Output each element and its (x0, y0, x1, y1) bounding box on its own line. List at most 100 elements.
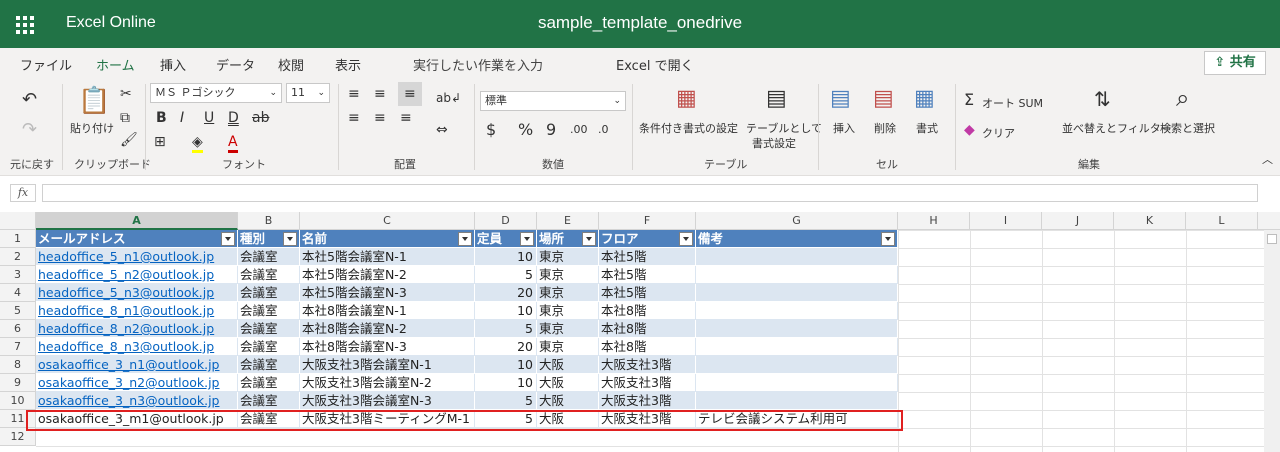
tab-insert[interactable]: 挿入 (160, 55, 186, 74)
filter-dropdown-icon[interactable] (283, 232, 297, 246)
location-cell[interactable]: 東京 (537, 266, 599, 284)
floor-cell[interactable]: 本社5階 (599, 284, 696, 302)
open-in-excel-link[interactable]: Excel で開く (616, 55, 694, 74)
font-size-dropdown[interactable]: 11 ⌄ (286, 83, 330, 103)
find-select-icon[interactable]: ⌕ (1176, 84, 1189, 112)
location-cell[interactable]: 東京 (537, 320, 599, 338)
format-as-table-icon[interactable]: ▤ (766, 86, 787, 112)
floor-cell[interactable]: 大阪支社3階 (599, 392, 696, 410)
floor-cell[interactable]: 本社8階 (599, 302, 696, 320)
align-top-icon[interactable]: ≡ (348, 86, 360, 102)
paste-icon[interactable]: 📋 (78, 86, 110, 116)
notes-cell[interactable] (696, 392, 898, 410)
currency-icon[interactable]: $ (486, 122, 496, 138)
double-underline-icon[interactable]: D (228, 110, 239, 126)
clear-label[interactable]: クリア (982, 125, 1015, 141)
fx-icon[interactable]: fx (10, 184, 36, 202)
type-cell[interactable]: 会議室 (238, 356, 300, 374)
notes-cell[interactable] (696, 320, 898, 338)
email-cell[interactable]: osakaoffice_3_n3@outlook.jp (36, 392, 238, 410)
row-header[interactable]: 4 (0, 284, 36, 302)
header-cell-capacity[interactable]: 定員 (475, 230, 537, 248)
conditional-formatting-icon[interactable]: ▦ (676, 86, 697, 112)
merge-center-icon[interactable]: ⇔ (436, 122, 448, 138)
collapse-ribbon-icon[interactable]: ︿ (1262, 152, 1273, 168)
insert-cells-label[interactable]: 挿入 (833, 120, 855, 136)
notes-cell[interactable] (696, 356, 898, 374)
formula-input[interactable] (42, 184, 1258, 202)
location-cell[interactable]: 東京 (537, 284, 599, 302)
increase-decimal-icon[interactable]: .00 (570, 122, 588, 138)
filter-dropdown-icon[interactable] (679, 232, 693, 246)
bold-icon[interactable]: B (156, 110, 167, 126)
row-header[interactable]: 3 (0, 266, 36, 284)
vertical-scrollbar[interactable] (1264, 230, 1280, 452)
header-cell-notes[interactable]: 備考 (696, 230, 898, 248)
email-cell[interactable]: headoffice_8_n2@outlook.jp (36, 320, 238, 338)
scroll-up-icon[interactable] (1267, 234, 1277, 244)
percent-icon[interactable]: % (518, 122, 533, 138)
row-header[interactable]: 1 (0, 230, 36, 248)
font-color-icon[interactable]: A (228, 134, 238, 153)
delete-cells-label[interactable]: 削除 (874, 120, 896, 136)
copy-icon[interactable]: ⧉ (120, 110, 130, 126)
capacity-cell[interactable]: 5 (475, 266, 537, 284)
align-left-icon[interactable]: ≡ (348, 110, 360, 126)
capacity-cell[interactable]: 20 (475, 338, 537, 356)
type-cell[interactable]: 会議室 (238, 320, 300, 338)
email-cell[interactable]: headoffice_5_n2@outlook.jp (36, 266, 238, 284)
floor-cell[interactable]: 本社8階 (599, 320, 696, 338)
column-header-j[interactable]: J (1042, 212, 1114, 230)
notes-cell[interactable] (696, 266, 898, 284)
tab-review[interactable]: 校閲 (278, 55, 304, 74)
column-header-d[interactable]: D (475, 212, 537, 230)
paste-label[interactable]: 貼り付け (70, 120, 114, 136)
name-cell[interactable]: 本社8階会議室N-3 (300, 338, 475, 356)
header-cell-name[interactable]: 名前 (300, 230, 475, 248)
email-cell[interactable]: osakaoffice_3_n2@outlook.jp (36, 374, 238, 392)
tab-home[interactable]: ホーム (94, 55, 137, 81)
column-header-g[interactable]: G (696, 212, 898, 230)
insert-cells-icon[interactable]: ▤ (830, 86, 851, 112)
document-title[interactable]: sample_template_onedrive (0, 13, 1280, 33)
row-header[interactable]: 7 (0, 338, 36, 356)
filter-dropdown-icon[interactable] (458, 232, 472, 246)
tab-file[interactable]: ファイル (20, 55, 72, 74)
column-header-b[interactable]: B (238, 212, 300, 230)
name-cell[interactable]: 大阪支社3階会議室N-3 (300, 392, 475, 410)
borders-icon[interactable]: ⊞ (154, 134, 166, 150)
floor-cell[interactable]: 本社5階 (599, 248, 696, 266)
wrap-text-icon[interactable]: ab↲ (436, 90, 461, 106)
header-cell-location[interactable]: 場所 (537, 230, 599, 248)
format-as-table-label-2[interactable]: 書式設定 (752, 135, 796, 151)
filter-dropdown-icon[interactable] (582, 232, 596, 246)
align-middle-icon[interactable]: ≡ (374, 86, 386, 102)
format-cells-label[interactable]: 書式 (916, 120, 938, 136)
type-cell[interactable]: 会議室 (238, 248, 300, 266)
email-cell[interactable]: headoffice_5_n3@outlook.jp (36, 284, 238, 302)
column-header-e[interactable]: E (537, 212, 599, 230)
delete-cells-icon[interactable]: ▤ (873, 86, 894, 112)
column-header-k[interactable]: K (1114, 212, 1186, 230)
location-cell[interactable]: 東京 (537, 302, 599, 320)
capacity-cell[interactable]: 10 (475, 248, 537, 266)
column-header-a[interactable]: A (36, 212, 238, 230)
undo-icon[interactable]: ↶ (22, 91, 37, 109)
column-header-i[interactable]: I (970, 212, 1042, 230)
capacity-cell[interactable]: 10 (475, 302, 537, 320)
notes-cell[interactable] (696, 338, 898, 356)
column-header-c[interactable]: C (300, 212, 475, 230)
name-cell[interactable]: 大阪支社3階会議室N-1 (300, 356, 475, 374)
row-header[interactable]: 6 (0, 320, 36, 338)
type-cell[interactable]: 会議室 (238, 338, 300, 356)
type-cell[interactable]: 会議室 (238, 266, 300, 284)
clear-icon[interactable]: ◆ (964, 122, 975, 138)
column-header-f[interactable]: F (599, 212, 696, 230)
header-cell-floor[interactable]: フロア (599, 230, 696, 248)
notes-cell[interactable] (696, 302, 898, 320)
notes-cell[interactable] (696, 248, 898, 266)
cut-icon[interactable]: ✂ (120, 86, 132, 102)
align-right-icon[interactable]: ≡ (400, 110, 412, 126)
tab-view[interactable]: 表示 (335, 55, 361, 74)
notes-cell[interactable] (696, 284, 898, 302)
